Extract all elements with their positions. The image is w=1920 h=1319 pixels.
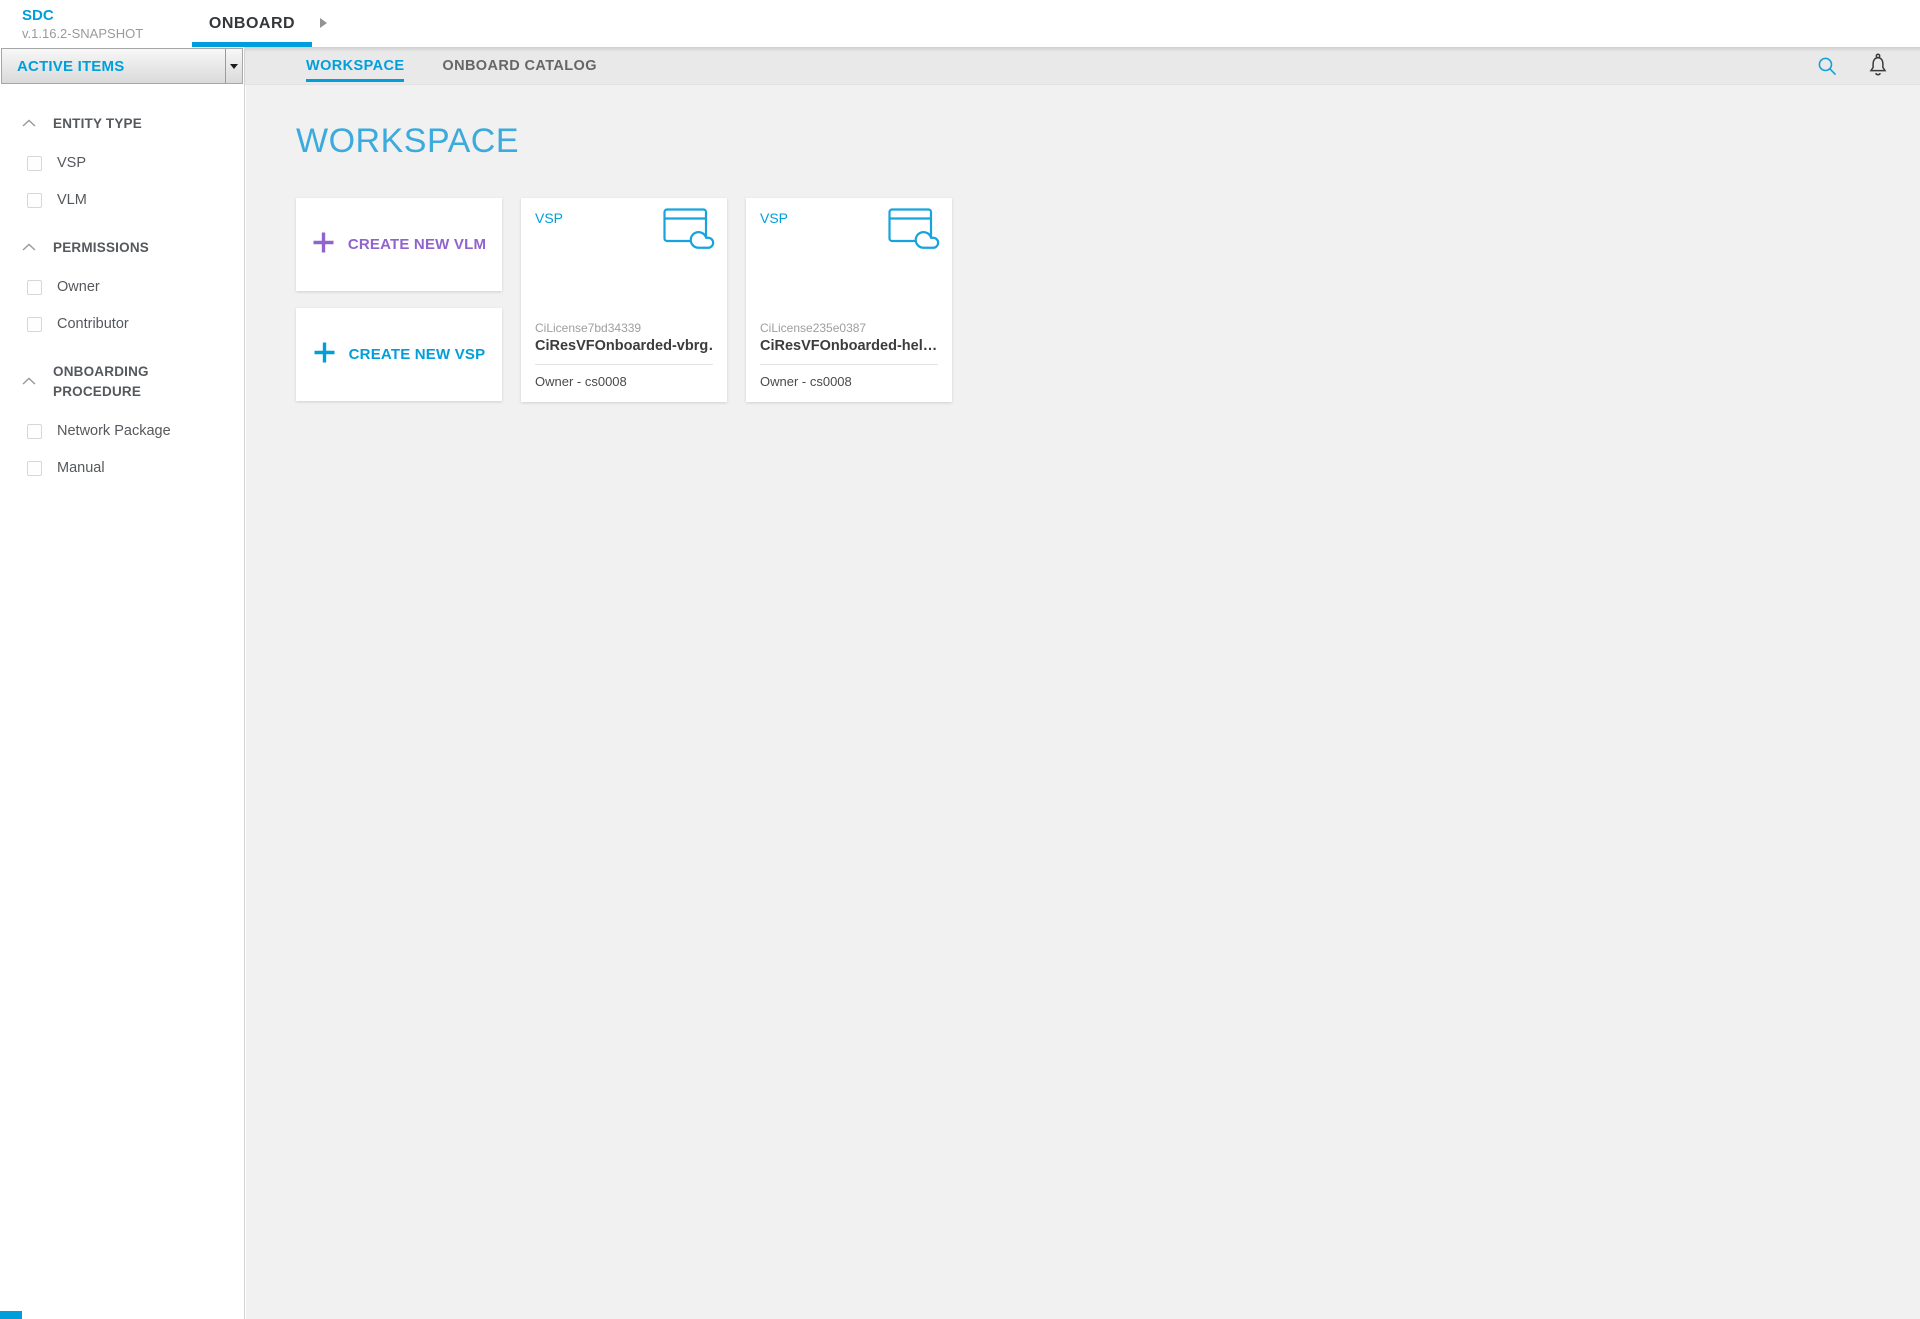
filter-option-vsp[interactable]: VSP [0,155,244,171]
plus-icon [312,231,335,259]
entity-owner: Owner - cs0008 [535,374,713,389]
app-version: v.1.16.2-SNAPSHOT [22,26,143,42]
filter-section-entity-type: ENTITY TYPE VSP VLM [0,114,244,208]
entity-card-info: CiLicense7bd34339 CiResVFOnboarded-vbrg…… [521,321,727,402]
filter-option-vlm[interactable]: VLM [0,192,244,208]
items-filter-selected-value: ACTIVE ITEMS [17,58,124,75]
entity-card-info: CiLicense235e0387 CiResVFOnboarded-hel… … [746,321,952,402]
create-new-vlm-button[interactable]: CREATE NEW VLM [296,198,502,291]
card-divider [760,364,938,365]
card-divider [535,364,713,365]
vsp-cloud-window-icon [663,208,717,258]
entity-license-id: CiLicense235e0387 [760,321,938,335]
filter-section-onboarding-procedure: ONBOARDING PROCEDURE Network Package Man… [0,362,244,476]
vlm-checkbox[interactable] [27,193,42,208]
app-title: SDC [22,7,143,26]
section-title: PERMISSIONS [53,238,149,258]
filter-section-permissions: PERMISSIONS Owner Contributor [0,238,244,332]
section-title: ONBOARDING PROCEDURE [53,362,188,402]
section-title: ENTITY TYPE [53,114,142,134]
network-package-checkbox[interactable] [27,424,42,439]
bottom-left-accent [0,1311,22,1319]
top-header: SDC v.1.16.2-SNAPSHOT ONBOARD [0,0,1920,47]
manual-checkbox[interactable] [27,461,42,476]
tab-workspace[interactable]: WORKSPACE [287,47,423,84]
app-logo: SDC v.1.16.2-SNAPSHOT [22,7,143,42]
tab-onboard-label: ONBOARD [209,15,295,33]
entity-owner: Owner - cs0008 [760,374,938,389]
entity-name: CiResVFOnboarded-vbrg… [535,338,713,354]
entity-license-id: CiLicense7bd34339 [535,321,713,335]
filter-sidebar: ACTIVE ITEMS ENTITY TYPE VSP VLM [0,47,245,1319]
filter-option-label: VSP [57,155,86,171]
filter-option-label: Owner [57,279,100,295]
filter-option-contributor[interactable]: Contributor [0,316,244,332]
chevron-down-icon [230,64,238,69]
section-header-entity-type[interactable]: ENTITY TYPE [0,114,244,134]
filter-option-manual[interactable]: Manual [0,460,244,476]
owner-checkbox[interactable] [27,280,42,295]
tab-workspace-label: WORKSPACE [306,58,404,74]
filter-option-label: Contributor [57,316,129,332]
chevron-up-icon[interactable] [22,114,36,134]
filter-option-owner[interactable]: Owner [0,279,244,295]
nav-expand-caret-icon[interactable] [320,18,327,28]
create-new-vsp-label: CREATE NEW VSP [349,346,486,363]
page-title: WORKSPACE [296,122,1920,161]
select-dropdown-strip [225,49,242,83]
vsp-cloud-window-icon [888,208,942,258]
workspace-content: WORKSPACE CREATE NEW VLM CREATE NEW VSP [246,85,1920,1319]
toolbar-icons [1816,47,1890,84]
entity-type-label: VSP [760,210,788,226]
filter-option-label: Manual [57,460,105,476]
tab-onboard[interactable]: ONBOARD [192,0,312,47]
items-filter-select[interactable]: ACTIVE ITEMS [1,48,243,84]
contributor-checkbox[interactable] [27,317,42,332]
chevron-up-icon[interactable] [22,238,36,258]
vsp-card-1[interactable]: VSP CiLicense7bd34339 CiResVFOnboarded-v… [521,198,727,402]
chevron-up-icon[interactable] [22,372,36,392]
vsp-checkbox[interactable] [27,156,42,171]
entity-name: CiResVFOnboarded-hel… [760,338,938,354]
section-header-permissions[interactable]: PERMISSIONS [0,238,244,258]
entity-type-label: VSP [535,210,563,226]
search-icon[interactable] [1816,55,1838,77]
vsp-card-2[interactable]: VSP CiLicense235e0387 CiResVFOnboarded-h… [746,198,952,402]
filter-option-label: VLM [57,192,87,208]
filter-option-network-package[interactable]: Network Package [0,423,244,439]
create-card-column: CREATE NEW VLM CREATE NEW VSP [296,198,502,401]
workspace-tabs: WORKSPACE ONBOARD CATALOG [287,47,1920,84]
card-grid: CREATE NEW VLM CREATE NEW VSP VSP [296,198,952,402]
create-new-vsp-button[interactable]: CREATE NEW VSP [296,308,502,401]
tab-onboard-catalog-label: ONBOARD CATALOG [442,58,596,74]
filter-option-label: Network Package [57,423,171,439]
secondary-toolbar: WORKSPACE ONBOARD CATALOG [245,47,1920,85]
create-new-vlm-label: CREATE NEW VLM [348,236,486,253]
plus-icon [313,341,336,369]
tab-onboard-catalog[interactable]: ONBOARD CATALOG [423,47,615,84]
notifications-bell-icon[interactable] [1866,53,1890,79]
section-header-onboarding-procedure[interactable]: ONBOARDING PROCEDURE [0,362,244,402]
